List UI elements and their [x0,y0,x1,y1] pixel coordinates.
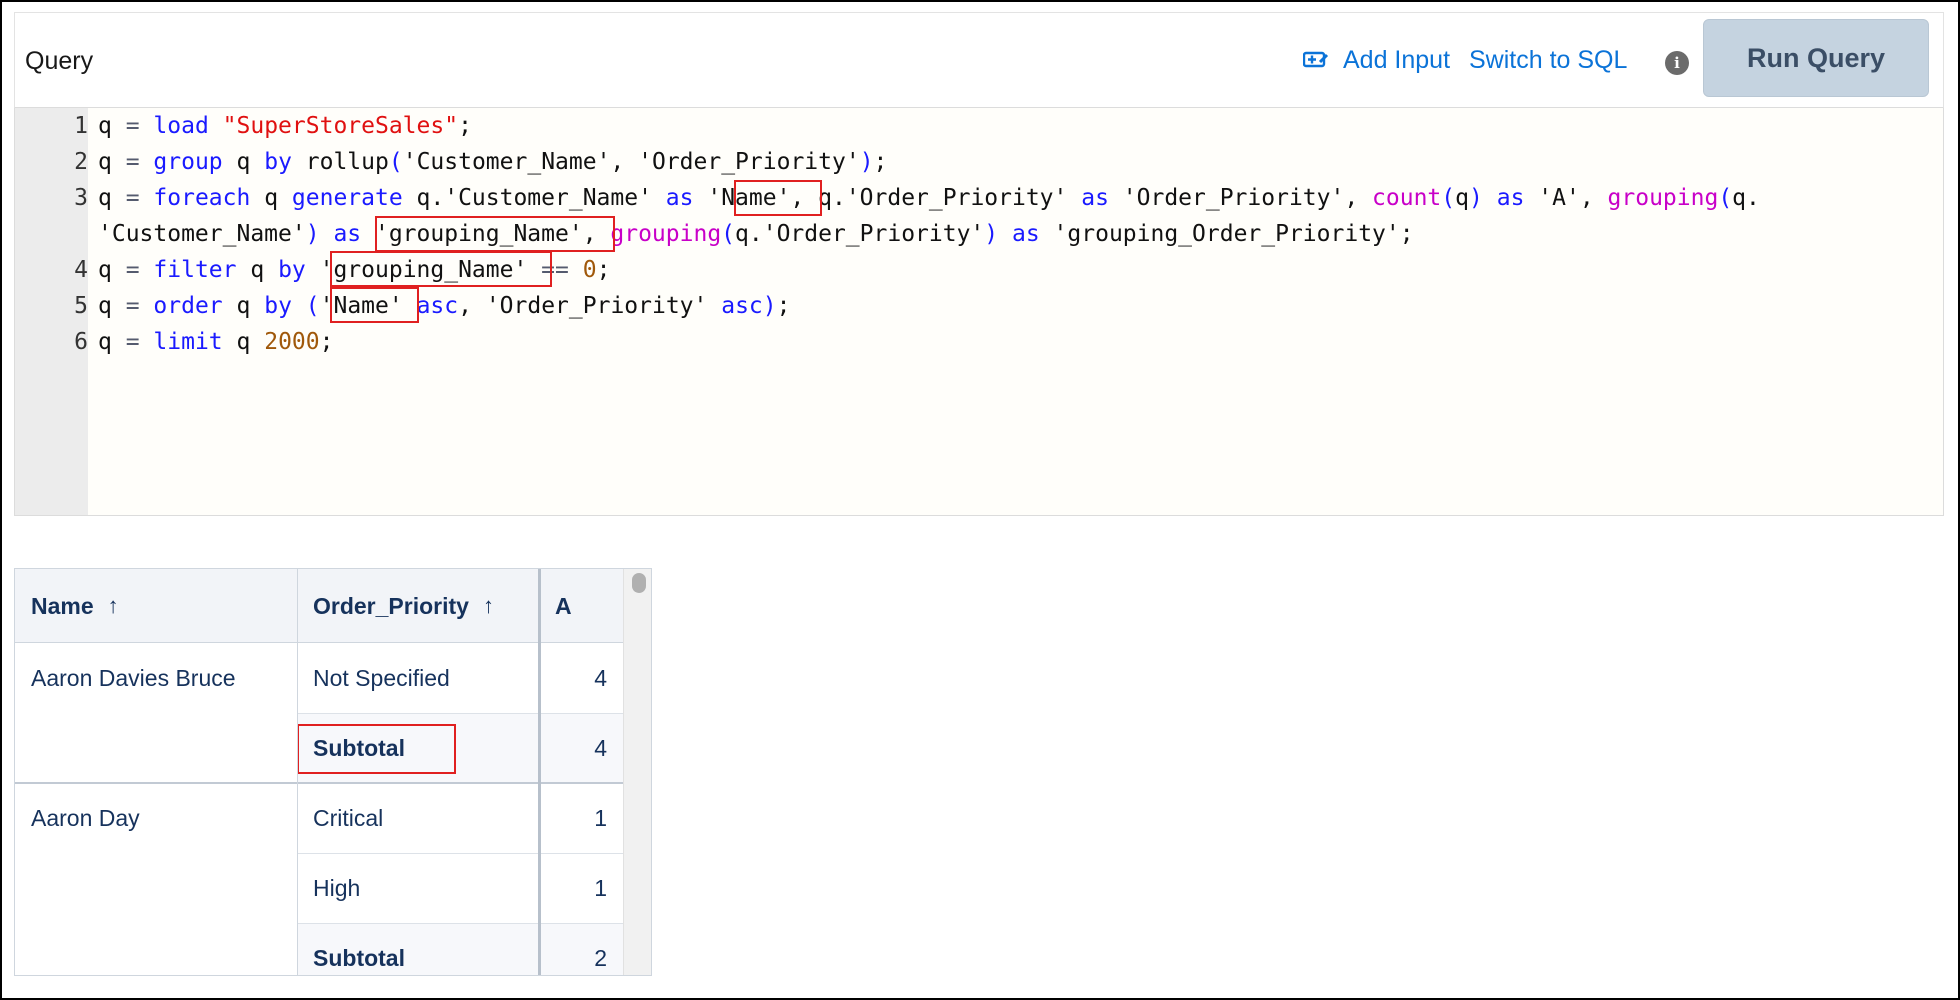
line-number: 6 [74,329,88,355]
table-cell-a: 4 [594,664,607,691]
code-editor[interactable]: 1 2 3 4 5 6 q = load "SuperStoreSales"; … [14,108,1944,516]
query-header: Query Add Input Switch to SQL i Run Quer… [14,12,1944,108]
code-line: q = limit q 2000; [98,329,334,355]
column-label: Order_Priority [313,592,469,619]
table-cell-a: 1 [594,804,607,831]
table-cell-priority: Not Specified [313,664,450,691]
table-cell-subtotal: Subtotal [313,734,405,761]
code-line: q = foreach q generate q.'Customer_Name'… [98,185,1760,211]
sort-ascending-icon: ↑ [107,593,119,618]
vertical-scrollbar[interactable] [623,569,651,975]
column-header-name[interactable]: Name ↑ [15,569,297,643]
scrollbar-thumb[interactable] [632,573,646,593]
code-line: q = load "SuperStoreSales"; [98,113,472,139]
results-table: Name ↑ Order_Priority ↑ A Aaron Davies B… [14,568,652,976]
sort-ascending-icon: ↑ [482,593,494,618]
switch-to-sql-link[interactable]: Switch to SQL [1469,43,1627,77]
run-query-button[interactable]: Run Query [1703,19,1929,97]
table-cell-a: 2 [594,944,607,971]
column-label: A [555,592,572,619]
code-lines: q = load "SuperStoreSales"; q = group q … [98,108,1760,432]
switch-to-sql-label: Switch to SQL [1469,45,1628,74]
table-cell-a: 4 [594,734,607,761]
code-line: q = filter q by 'grouping_Name' == 0; [98,257,611,283]
table-cell-priority: Critical [313,804,384,831]
column-label: Name [31,592,94,619]
add-input-button[interactable]: Add Input [1303,43,1450,77]
column-header-order-priority[interactable]: Order_Priority ↑ [297,569,539,643]
query-title: Query [25,47,94,75]
table-cell-subtotal: Subtotal [313,944,405,971]
code-line: q = order q by ('Name' asc, 'Order_Prior… [98,293,791,319]
table-cell-priority: High [313,874,361,901]
column-header-a[interactable]: A [539,569,623,643]
line-number: 3 [74,185,88,211]
column-divider [538,569,541,975]
code-line: 'Customer_Name') as 'grouping_Name', gro… [98,221,1414,247]
line-number: 1 [74,113,88,139]
table-cell-a: 1 [594,874,607,901]
column-divider [297,569,298,975]
add-input-label: Add Input [1343,45,1451,74]
line-number: 2 [74,149,88,175]
table-header: Name ↑ Order_Priority ↑ A [15,569,623,643]
code-line: q = group q by rollup('Customer_Name', '… [98,149,888,175]
line-number: 5 [74,293,88,319]
table-cell-name: Aaron Day [31,805,140,831]
info-icon[interactable]: i [1665,51,1689,75]
add-input-icon [1303,51,1329,68]
line-number: 4 [74,257,88,283]
table-cell-name: Aaron Davies Bruce [31,665,236,691]
